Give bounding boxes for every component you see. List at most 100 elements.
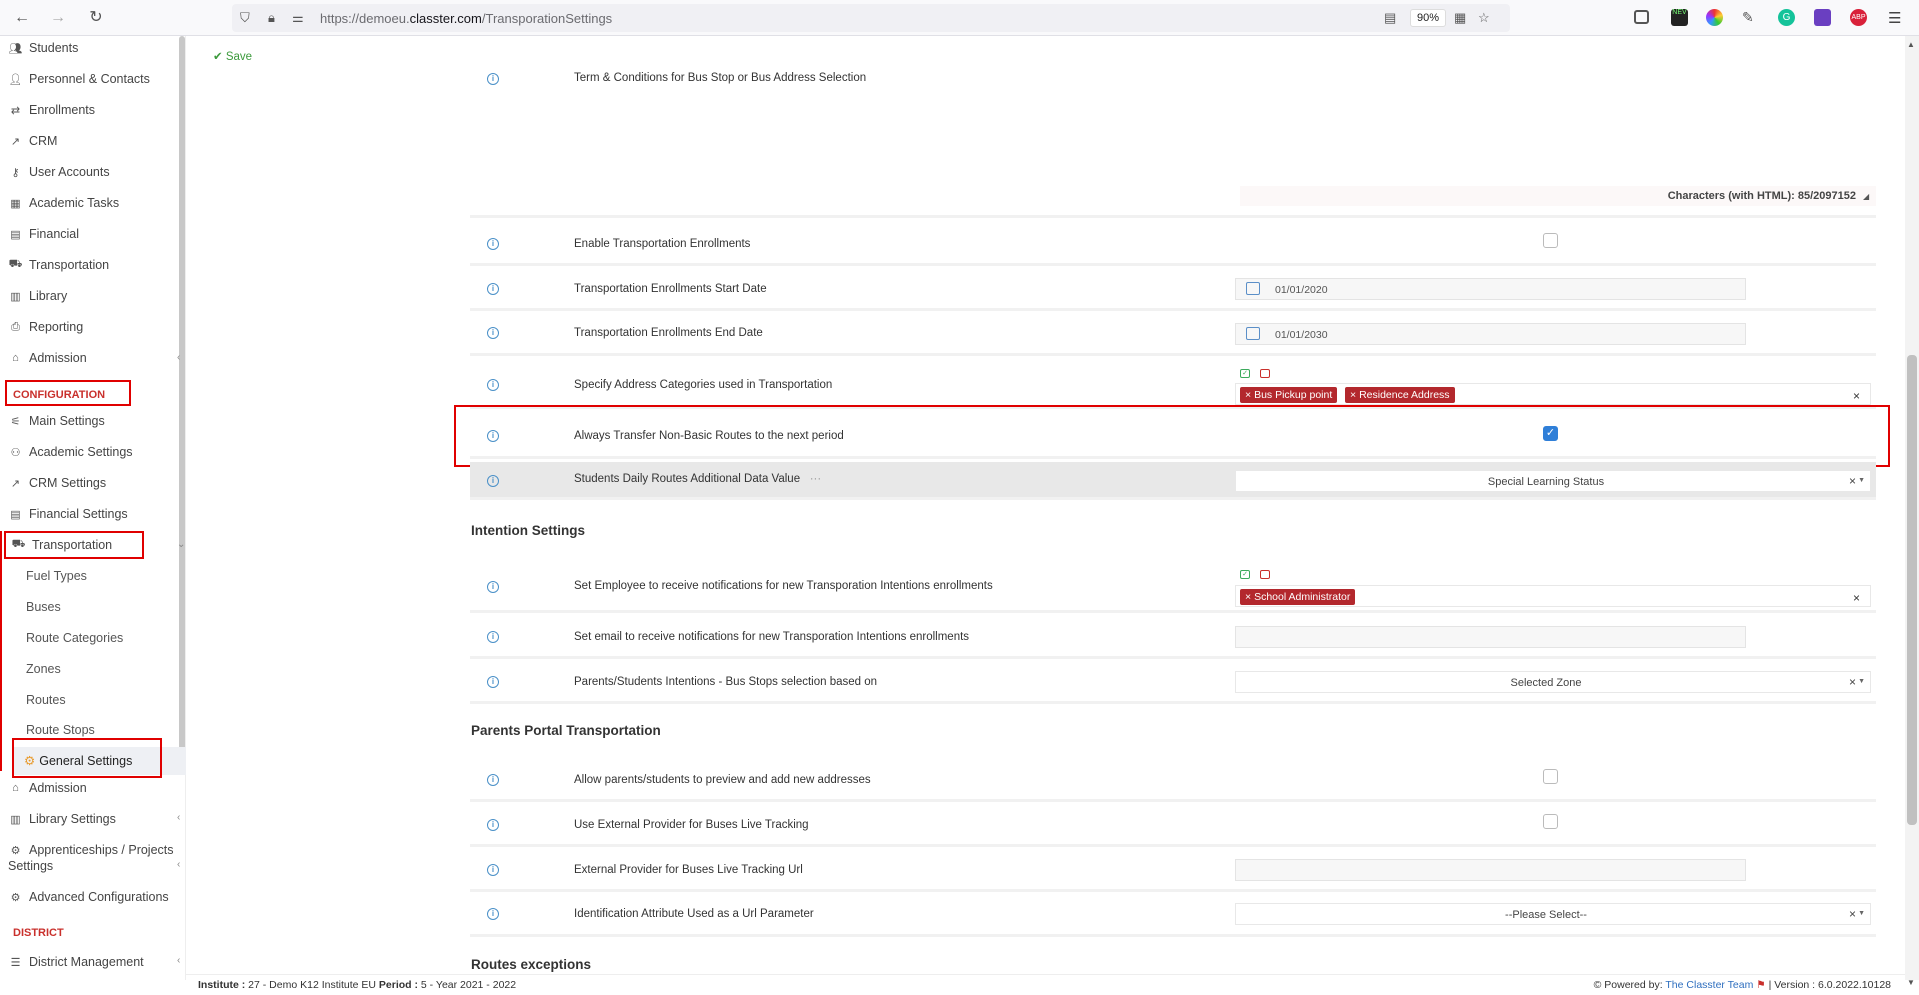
external-provider-checkbox[interactable] bbox=[1543, 814, 1558, 829]
address-categories-select[interactable]: × Bus Pickup point × Residence Address × bbox=[1235, 383, 1871, 405]
save-button[interactable]: ✔ Save bbox=[213, 49, 252, 63]
sidebar-item-personnel[interactable]: 👤︎ Personnel & Contacts bbox=[8, 70, 150, 88]
start-date-input[interactable]: 01/01/2020 bbox=[1235, 278, 1746, 300]
calendar-icon[interactable] bbox=[1246, 282, 1260, 295]
select-all-icon[interactable]: ✓ bbox=[1240, 369, 1250, 378]
info-icon[interactable]: i bbox=[487, 238, 499, 250]
clear-icon[interactable]: × bbox=[1849, 675, 1856, 689]
permissions-icon[interactable]: ⚌ bbox=[292, 10, 304, 26]
tag-school-administrator[interactable]: × School Administrator bbox=[1240, 589, 1356, 605]
sidebar-item-admission-settings[interactable]: ⌂ Admission bbox=[8, 779, 87, 797]
employee-select[interactable]: × School Administrator × bbox=[1235, 585, 1871, 607]
students-icon: 👥︎ bbox=[8, 42, 23, 55]
sidebar-item-advanced-configurations[interactable]: ⚙ Advanced Configurations bbox=[8, 888, 169, 906]
info-icon[interactable]: i bbox=[487, 283, 499, 295]
sidebar-item-apprenticeships-settings[interactable]: Settings bbox=[8, 857, 53, 875]
info-icon[interactable]: i bbox=[487, 819, 499, 831]
info-icon[interactable]: i bbox=[487, 864, 499, 876]
classter-team-link[interactable]: The Classter Team bbox=[1665, 979, 1753, 991]
end-date-input[interactable]: 01/01/2030 bbox=[1235, 323, 1746, 345]
info-icon[interactable]: i bbox=[487, 327, 499, 339]
menu-icon[interactable]: ☰ bbox=[1888, 9, 1905, 27]
chevron-left-icon: ‹ bbox=[177, 812, 181, 823]
shield-icon[interactable]: ⛉ bbox=[240, 10, 250, 26]
daily-routes-label: Students Daily Routes Additional Data Va… bbox=[574, 473, 822, 485]
reader-view-icon[interactable]: ▤ bbox=[1384, 10, 1396, 26]
info-icon[interactable]: i bbox=[487, 908, 499, 920]
grammarly-icon[interactable]: G bbox=[1778, 9, 1795, 26]
daily-routes-select[interactable]: Special Learning Status × ▼ bbox=[1235, 470, 1871, 492]
sidebar-item-library-settings[interactable]: ▥ Library Settings bbox=[8, 810, 116, 828]
sidebar-item-route-stops[interactable]: Route Stops bbox=[26, 723, 95, 737]
sidebar-item-admission[interactable]: ⌂ Admission bbox=[8, 349, 87, 367]
dropdown-arrow-icon[interactable]: ▼ bbox=[1858, 477, 1865, 484]
sidebar-item-fuel-types[interactable]: Fuel Types bbox=[26, 569, 87, 583]
adblock-icon[interactable]: ABP bbox=[1850, 9, 1867, 26]
lock-icon[interactable]: 🔒︎ bbox=[268, 10, 275, 26]
sidebar-item-user-accounts[interactable]: ⚷ User Accounts bbox=[8, 163, 109, 181]
sidebar-item-crm-settings[interactable]: ↗ CRM Settings bbox=[8, 474, 106, 492]
info-icon[interactable]: i bbox=[487, 581, 499, 593]
tag-bus-pickup[interactable]: × Bus Pickup point bbox=[1240, 387, 1338, 403]
sidebar-item-buses[interactable]: Buses bbox=[26, 600, 61, 614]
sidebar-item-transportation-settings[interactable]: ⛟ Transportation bbox=[11, 536, 113, 554]
sidebar-item-academic-tasks[interactable]: ▦ Academic Tasks bbox=[8, 194, 119, 212]
email-input[interactable] bbox=[1235, 626, 1746, 648]
sidebar-item-financial-settings[interactable]: ▤ Financial Settings bbox=[8, 505, 127, 523]
scroll-down-icon[interactable]: ▼ bbox=[1907, 978, 1915, 987]
sidebar-item-reporting[interactable]: ⎙ Reporting bbox=[8, 318, 83, 336]
sidebar-item-crm[interactable]: ↗ CRM bbox=[8, 132, 58, 150]
info-icon[interactable]: i bbox=[487, 676, 499, 688]
id-attribute-select[interactable]: --Please Select-- × ▼ bbox=[1235, 903, 1871, 925]
calendar-icon[interactable] bbox=[1246, 327, 1260, 340]
sidebar-item-students[interactable]: 👥︎ Students bbox=[8, 39, 79, 57]
back-icon[interactable]: ← bbox=[12, 8, 32, 28]
sidebar-item-routes[interactable]: Routes bbox=[26, 693, 66, 707]
forward-icon[interactable]: → bbox=[48, 8, 68, 28]
resize-handle-icon[interactable]: ◢ bbox=[1863, 192, 1869, 201]
qr-icon[interactable]: ▦ bbox=[1454, 10, 1466, 26]
dropdown-arrow-icon[interactable]: ▼ bbox=[1858, 910, 1865, 917]
reload-icon[interactable]: ↻ bbox=[86, 8, 106, 28]
zoom-level[interactable]: 90% bbox=[1410, 9, 1447, 27]
external-url-input[interactable] bbox=[1235, 859, 1746, 881]
sidebar-item-financial[interactable]: ▤ Financial bbox=[8, 225, 79, 243]
sidebar-item-academic-settings[interactable]: ⚇ Academic Settings bbox=[8, 443, 133, 461]
deselect-all-icon[interactable] bbox=[1260, 570, 1270, 579]
sidebar-item-route-categories[interactable]: Route Categories bbox=[26, 631, 123, 645]
bus-stops-select[interactable]: Selected Zone × ▼ bbox=[1235, 671, 1871, 693]
info-icon[interactable]: i bbox=[487, 475, 499, 487]
url-text[interactable]: https://demoeu.classter.com/Transporatio… bbox=[320, 11, 612, 26]
ext-new-icon[interactable]: NEV bbox=[1671, 9, 1688, 26]
enable-enrollments-checkbox[interactable] bbox=[1543, 233, 1558, 248]
select-all-icon[interactable]: ✓ bbox=[1240, 570, 1250, 579]
bookmark-star-icon[interactable]: ☆ bbox=[1478, 10, 1490, 26]
page-scrollbar-thumb[interactable] bbox=[1907, 355, 1917, 825]
scroll-up-icon[interactable]: ▲ bbox=[1907, 40, 1915, 49]
pocket-icon[interactable] bbox=[1634, 10, 1649, 24]
info-icon[interactable]: i bbox=[487, 73, 499, 85]
sidebar-item-main-settings[interactable]: ⚟ Main Settings bbox=[8, 412, 105, 430]
clear-icon[interactable]: × bbox=[1853, 389, 1860, 403]
info-icon[interactable]: i bbox=[487, 379, 499, 391]
sidebar-item-general-settings[interactable]: ⚙ General Settings bbox=[24, 753, 132, 768]
extension-icon[interactable] bbox=[1814, 9, 1831, 26]
info-icon[interactable]: i bbox=[487, 774, 499, 786]
color-wheel-icon[interactable] bbox=[1706, 9, 1723, 26]
tag-residence-address[interactable]: × Residence Address bbox=[1345, 387, 1455, 403]
sidebar-item-library[interactable]: ▥ Library bbox=[8, 287, 67, 305]
info-icon[interactable]: i bbox=[487, 631, 499, 643]
sidebar-item-enrollments[interactable]: ⇄ Enrollments bbox=[8, 101, 95, 119]
dropdown-arrow-icon[interactable]: ▼ bbox=[1858, 678, 1865, 685]
sidebar-item-district-management[interactable]: ☰ District Management bbox=[8, 953, 144, 971]
sidebar-item-transportation[interactable]: ⛟ Transportation bbox=[8, 256, 110, 274]
eyedropper-icon[interactable]: ✎ bbox=[1742, 9, 1759, 26]
deselect-all-icon[interactable] bbox=[1260, 369, 1270, 378]
url-bar[interactable]: ⛉ 🔒︎ ⚌ https://demoeu.classter.com/Trans… bbox=[232, 4, 1510, 32]
clear-icon[interactable]: × bbox=[1853, 591, 1860, 605]
allow-preview-checkbox[interactable] bbox=[1543, 769, 1558, 784]
sidebar-item-zones[interactable]: Zones bbox=[26, 662, 61, 676]
clear-icon[interactable]: × bbox=[1849, 474, 1856, 488]
sidebar-scrollbar[interactable] bbox=[179, 36, 185, 756]
clear-icon[interactable]: × bbox=[1849, 907, 1856, 921]
